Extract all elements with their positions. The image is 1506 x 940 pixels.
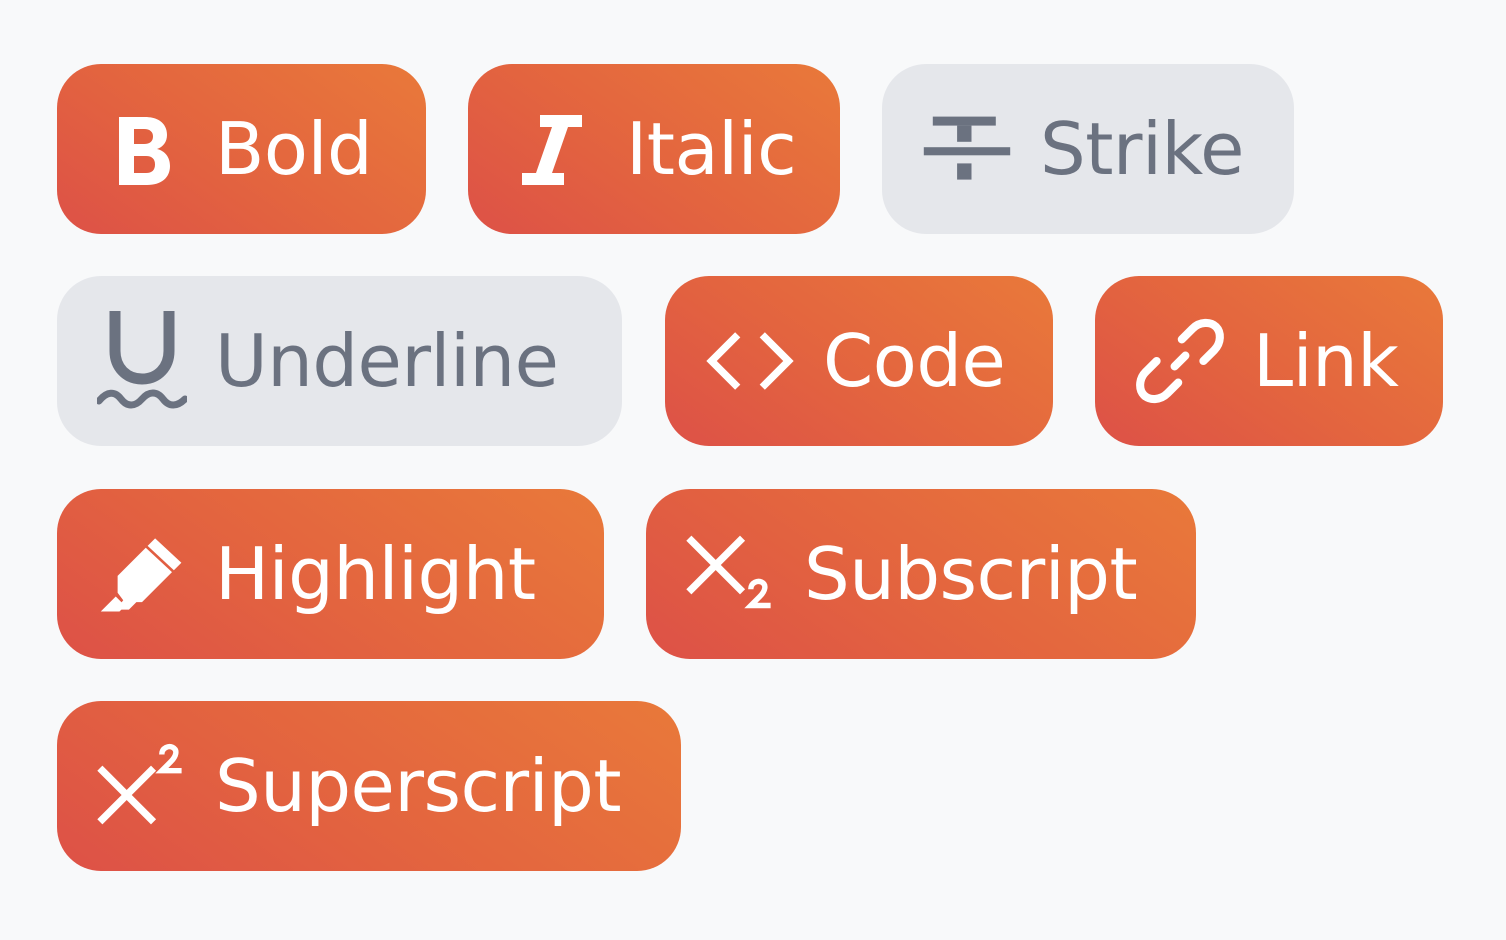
formatting-toolbar: Bold Italic Strike Underline Code Link H… [0, 0, 1506, 940]
highlight-label: Highlight [215, 532, 536, 616]
italic-button[interactable]: Italic [468, 64, 840, 234]
link-button[interactable]: Link [1095, 276, 1443, 446]
superscript-icon [97, 736, 187, 836]
superscript-button[interactable]: Superscript [57, 701, 681, 871]
strikethrough-icon [922, 99, 1012, 199]
underline-icon [97, 311, 187, 411]
code-icon [705, 311, 795, 411]
link-label: Link [1253, 319, 1399, 403]
bold-button[interactable]: Bold [57, 64, 426, 234]
underline-button[interactable]: Underline [57, 276, 622, 446]
subscript-icon [686, 524, 776, 624]
superscript-label: Superscript [215, 744, 622, 828]
subscript-label: Subscript [804, 532, 1138, 616]
strike-button[interactable]: Strike [882, 64, 1294, 234]
code-button[interactable]: Code [665, 276, 1053, 446]
italic-label: Italic [626, 107, 797, 191]
strike-label: Strike [1040, 107, 1244, 191]
highlight-button[interactable]: Highlight [57, 489, 604, 659]
underline-label: Underline [215, 319, 559, 403]
bold-label: Bold [215, 107, 373, 191]
subscript-button[interactable]: Subscript [646, 489, 1196, 659]
bold-icon [97, 99, 187, 199]
code-label: Code [823, 319, 1006, 403]
link-icon [1135, 311, 1225, 411]
italic-icon [508, 99, 598, 199]
highlighter-icon [97, 524, 187, 624]
